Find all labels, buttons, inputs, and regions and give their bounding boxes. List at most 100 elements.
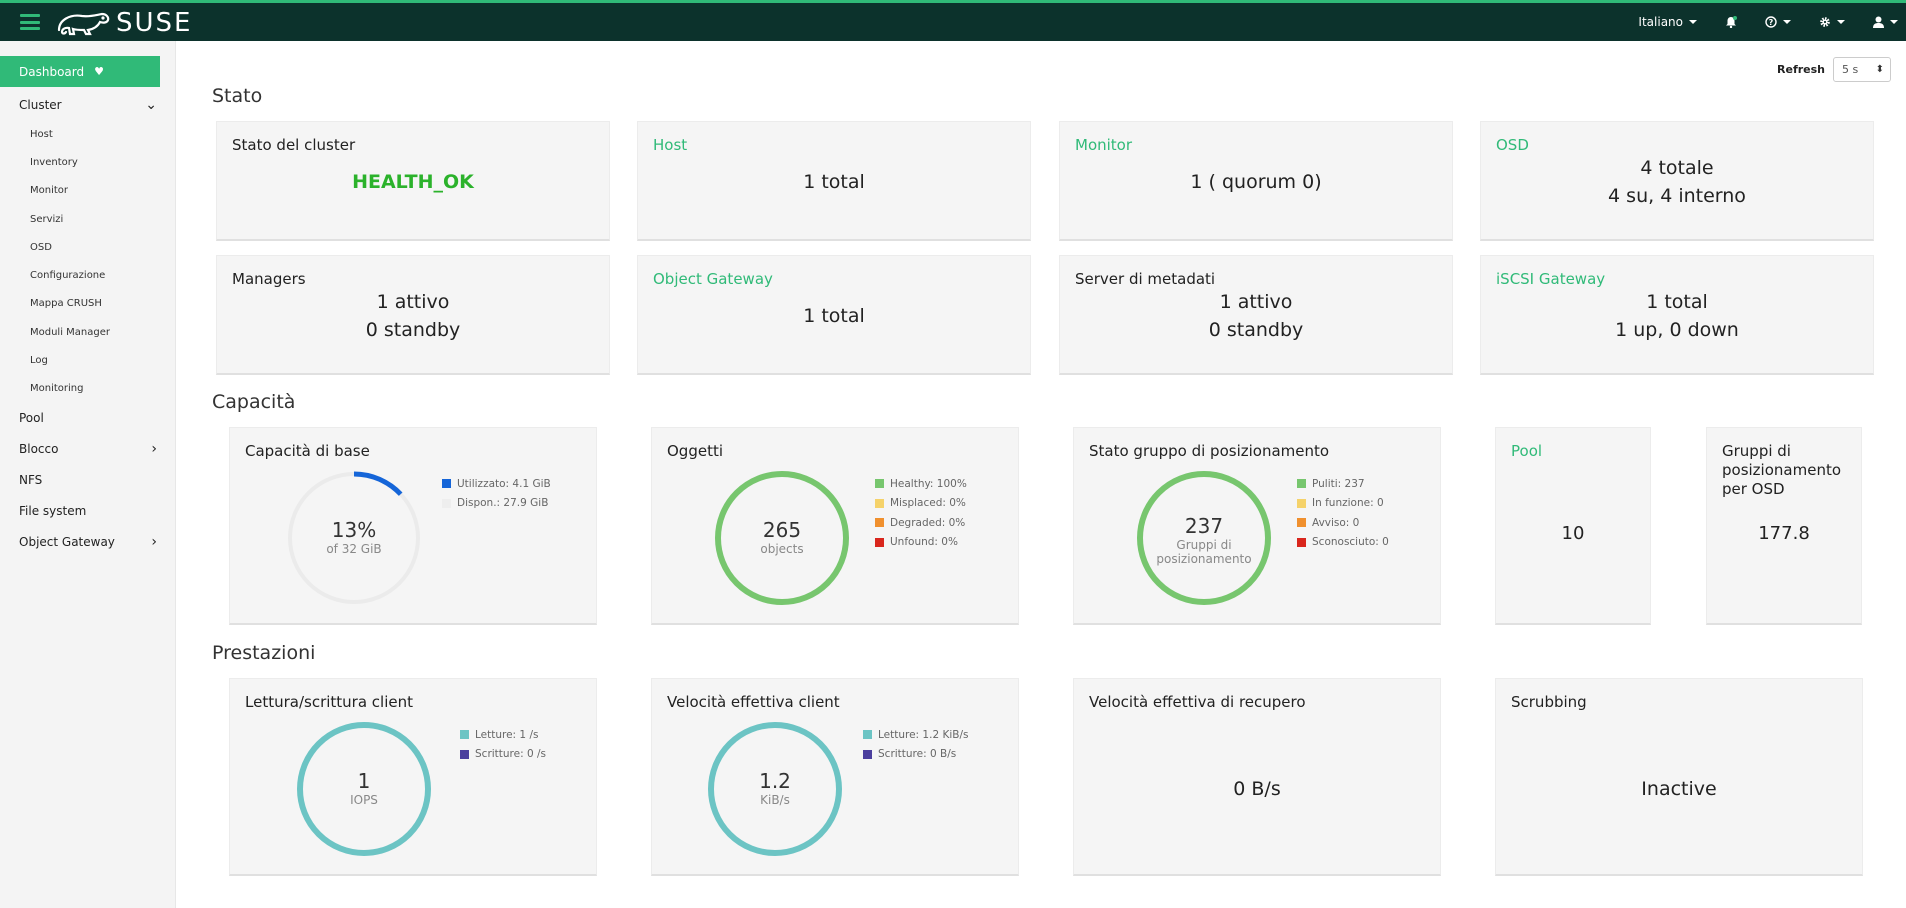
sidebar-item-label: Cluster xyxy=(19,97,62,112)
object-gateway-card: Object Gateway 1 total xyxy=(637,255,1031,375)
pools-value: 10 xyxy=(1561,523,1585,544)
section-title-capacita: Capacità xyxy=(212,391,296,413)
legend-item[interactable]: Letture: 1.2 KiB/s xyxy=(863,725,969,745)
sidebar-subitem-host[interactable]: Host xyxy=(0,120,175,148)
sidebar-item-dashboard[interactable]: Dashboard ♥ xyxy=(0,56,160,87)
sidebar-subitem-label: Inventory xyxy=(30,156,78,168)
card-title-line: per OSD xyxy=(1722,480,1785,498)
legend-label: In funzione: 0 xyxy=(1312,497,1384,510)
card-title-line: Gruppi di xyxy=(1722,442,1791,460)
legend-swatch xyxy=(875,518,884,528)
iscsi-gateway-card: iSCSI Gateway 1 total 1 up, 0 down xyxy=(1480,255,1874,375)
pg-status-legend: Puliti: 237 In funzione: 0 Avviso: 0 Sco… xyxy=(1297,474,1389,552)
monitors-link[interactable]: Monitor xyxy=(1075,136,1132,154)
legend-label: Unfound: 0% xyxy=(890,536,958,549)
sidebar-subitem-label: OSD xyxy=(30,241,52,253)
refresh-interval-value: 5 s xyxy=(1842,63,1859,76)
settings-dropdown[interactable] xyxy=(1819,16,1845,28)
osds-link[interactable]: OSD xyxy=(1496,136,1529,154)
sidebar-subitem-osd[interactable]: OSD xyxy=(0,233,175,261)
hamburger-menu-icon[interactable] xyxy=(20,14,40,30)
legend-label: Avviso: 0 xyxy=(1312,516,1360,529)
osds-card: OSD 4 totale 4 su, 4 interno xyxy=(1480,121,1874,241)
legend-item[interactable]: Puliti: 237 xyxy=(1297,474,1389,494)
legend-item[interactable]: Healthy: 100% xyxy=(875,474,967,494)
hosts-card: Host 1 total xyxy=(637,121,1031,241)
legend-label: Letture: 1.2 KiB/s xyxy=(878,728,969,741)
sidebar-subitem-label: Host xyxy=(30,128,53,140)
gear-icon xyxy=(1820,17,1830,27)
ring-value: 1 xyxy=(357,769,371,793)
caret-down-icon xyxy=(1783,20,1791,24)
sidebar-item-label: Dashboard xyxy=(19,64,85,79)
sidebar-item-cluster[interactable]: Cluster ⌄ xyxy=(0,89,175,120)
brand-name: SUSE xyxy=(116,8,193,38)
card-title: Server di metadati xyxy=(1075,270,1216,288)
legend-item[interactable]: Misplaced: 0% xyxy=(875,494,967,514)
legend-item[interactable]: Dispon.: 27.9 GiB xyxy=(442,494,551,514)
legend-item[interactable]: In funzione: 0 xyxy=(1297,494,1389,514)
legend-label: Sconosciuto: 0 xyxy=(1312,536,1389,549)
legend-item[interactable]: Scritture: 0 /s xyxy=(460,745,546,765)
sidebar-item-blocco[interactable]: Blocco › xyxy=(0,434,175,465)
recovery-value: 0 B/s xyxy=(1233,778,1281,800)
sidebar-item-label: Blocco xyxy=(19,442,59,457)
ring-caption: objects xyxy=(760,542,804,556)
svg-text:?: ? xyxy=(1769,18,1774,27)
sidebar-subitem-inventory[interactable]: Inventory xyxy=(0,148,175,176)
sidebar-subitem-label: Configurazione xyxy=(30,270,106,282)
sidebar-subitem-log[interactable]: Log xyxy=(0,346,175,374)
legend-swatch xyxy=(1297,498,1306,508)
card-title: Gruppi di posizionamento per OSD xyxy=(1722,442,1841,499)
language-dropdown[interactable]: Italiano xyxy=(1638,15,1697,29)
section-title-prestazioni: Prestazioni xyxy=(212,642,316,664)
refresh-label: Refresh xyxy=(1777,63,1825,76)
suse-logo[interactable]: SUSE xyxy=(56,8,192,38)
legend-item[interactable]: Degraded: 0% xyxy=(875,513,967,533)
sidebar-item-nfs[interactable]: NFS xyxy=(0,465,175,496)
help-dropdown[interactable]: ? xyxy=(1765,16,1791,28)
sidebar-subitem-manager-modules[interactable]: Moduli Manager xyxy=(0,318,175,346)
sidebar-subitem-label: Servizi xyxy=(30,213,64,225)
notifications-button[interactable] xyxy=(1725,16,1737,28)
raw-capacity-legend: Utilizzato: 4.1 GiB Dispon.: 27.9 GiB xyxy=(442,474,551,513)
card-title: Lettura/scrittura client xyxy=(245,693,413,711)
client-throughput-card: Velocità effettiva client 1.2 KiB/s Lett… xyxy=(651,678,1019,876)
sidebar-subitem-monitor[interactable]: Monitor xyxy=(0,177,175,205)
sidebar-item-filesystem[interactable]: File system xyxy=(0,496,175,527)
legend-item[interactable]: Utilizzato: 4.1 GiB xyxy=(442,474,551,494)
managers-standby: 0 standby xyxy=(365,319,461,341)
user-dropdown[interactable] xyxy=(1873,16,1898,28)
legend-item[interactable]: Sconosciuto: 0 xyxy=(1297,533,1389,553)
legend-swatch xyxy=(875,537,884,547)
caret-down-icon xyxy=(1689,20,1697,24)
legend-item[interactable]: Avviso: 0 xyxy=(1297,513,1389,533)
legend-item[interactable]: Scritture: 0 B/s xyxy=(863,745,969,765)
sidebar-item-label: NFS xyxy=(19,473,43,488)
iscsi-gateway-link[interactable]: iSCSI Gateway xyxy=(1496,270,1605,288)
sidebar-subitem-configurazione[interactable]: Configurazione xyxy=(0,261,175,289)
legend-item[interactable]: Letture: 1 /s xyxy=(460,725,546,745)
pools-card: Pool 10 xyxy=(1495,427,1651,625)
hosts-link[interactable]: Host xyxy=(653,136,687,154)
pools-link[interactable]: Pool xyxy=(1511,442,1542,460)
user-icon xyxy=(1873,16,1884,28)
legend-label: Letture: 1 /s xyxy=(475,728,539,741)
monitors-card: Monitor 1 ( quorum 0) xyxy=(1059,121,1453,241)
refresh-interval-select[interactable]: 5 s xyxy=(1833,57,1891,82)
sidebar-subitem-servizi[interactable]: Servizi xyxy=(0,205,175,233)
pgs-per-osd-value: 177.8 xyxy=(1758,523,1810,544)
objects-legend: Healthy: 100% Misplaced: 0% Degraded: 0%… xyxy=(875,474,967,552)
legend-label: Scritture: 0 /s xyxy=(475,748,547,761)
object-gateway-link[interactable]: Object Gateway xyxy=(653,270,773,288)
legend-swatch xyxy=(460,749,469,759)
raw-capacity-card: Capacità di base 13% of 32 GiB Utilizzat… xyxy=(229,427,597,625)
legend-item[interactable]: Unfound: 0% xyxy=(875,533,967,553)
sidebar-subitem-crush-map[interactable]: Mappa CRUSH xyxy=(0,290,175,318)
mds-standby: 0 standby xyxy=(1208,319,1304,341)
help-icon: ? xyxy=(1765,16,1777,28)
sidebar-item-pool[interactable]: Pool xyxy=(0,403,175,434)
refresh-control: Refresh 5 s xyxy=(1777,57,1891,82)
sidebar-item-object-gateway[interactable]: Object Gateway › xyxy=(0,527,175,558)
sidebar-subitem-monitoring[interactable]: Monitoring xyxy=(0,375,175,403)
